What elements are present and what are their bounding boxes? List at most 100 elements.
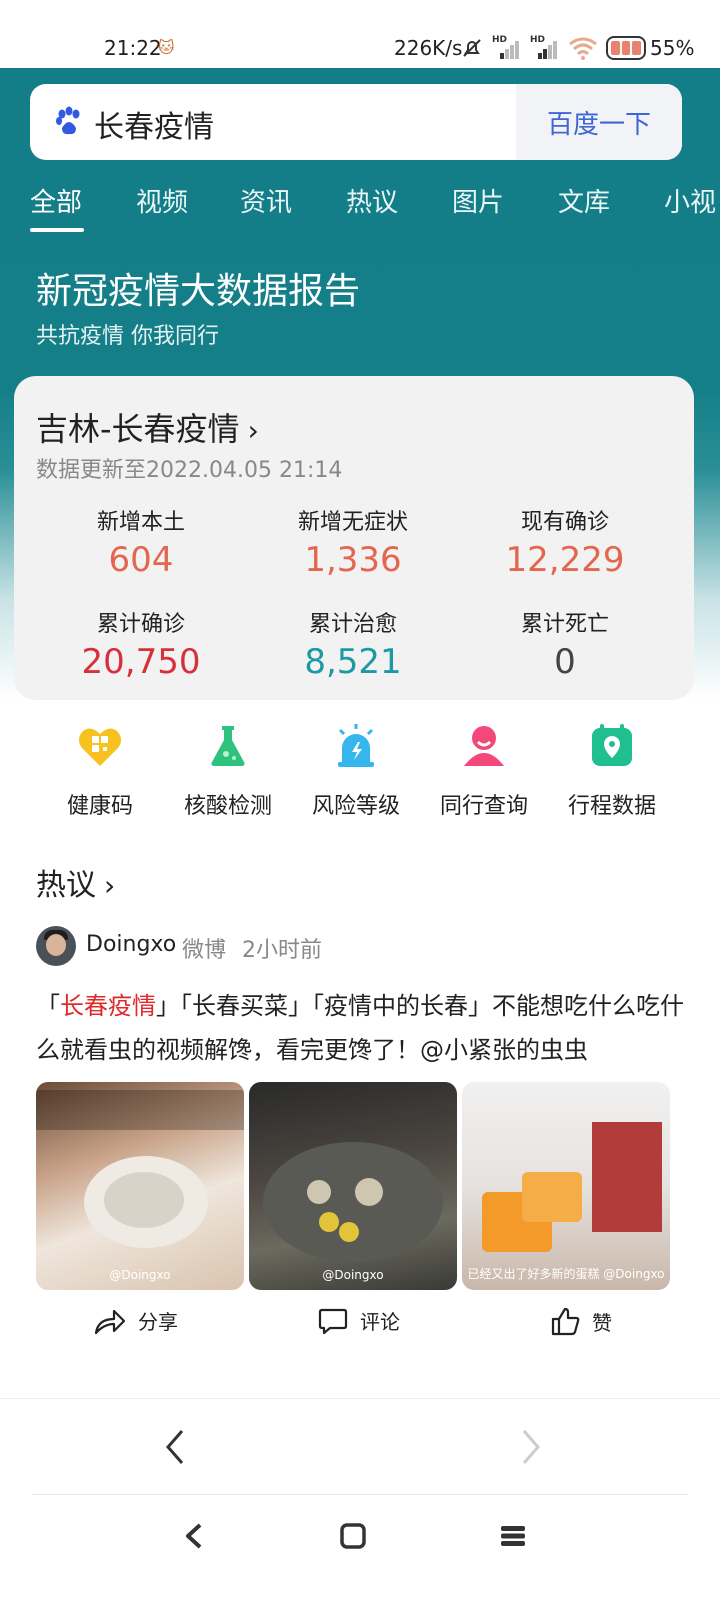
network-speed: 226K/s [394, 36, 463, 60]
post-image-2[interactable]: @Doingxo [249, 1082, 457, 1290]
back-arrow-icon[interactable] [160, 1427, 190, 1467]
location-icon [592, 724, 632, 766]
battery-percent: 55% [650, 36, 695, 60]
stat-total-recovered: 累计治愈 8,521 [240, 606, 466, 682]
stat-value: 604 [108, 540, 174, 580]
cake-image [482, 1122, 662, 1252]
active-tab-indicator [30, 228, 84, 232]
epidemic-data-card: 吉林-长春疫情 › 数据更新至2022.04.05 21:14 新增本土 604 … [14, 376, 694, 700]
stat-label: 现有确诊 [520, 510, 609, 535]
stat-new-local: 新增本土 604 [28, 504, 254, 580]
mute-bell-icon [463, 39, 481, 57]
stat-current-confirmed: 现有确诊 12,229 [452, 504, 678, 580]
health-code-icon [79, 728, 121, 766]
tab-library[interactable]: 文库 [558, 182, 610, 219]
post-text-open: 「 [36, 992, 60, 1020]
status-icons: HD HD [460, 35, 598, 60]
tab-video[interactable]: 视频 [136, 182, 188, 219]
battery-icon [606, 36, 646, 60]
post-image-1[interactable]: @Doingxo [36, 1082, 244, 1290]
status-time: 21:22 [104, 36, 162, 60]
region-title: 吉林-长春疫情 [36, 410, 240, 448]
stat-value: 8,521 [304, 642, 402, 682]
forward-arrow-icon[interactable] [516, 1427, 546, 1467]
post-username[interactable]: Doingxo [86, 932, 176, 957]
comment-icon [318, 1308, 348, 1334]
report-title: 新冠疫情大数据报告 [36, 271, 361, 312]
post-highlight: 长春疫情 [60, 992, 156, 1020]
stat-new-asymptomatic: 新增无症状 1,336 [240, 504, 466, 580]
avatar[interactable] [36, 926, 76, 966]
wifi-icon [569, 37, 597, 60]
pet-icon: 🐱 [158, 38, 175, 57]
shortcut-companion-query[interactable]: 同行查询 [420, 722, 548, 820]
tab-images[interactable]: 图片 [452, 182, 504, 219]
share-label: 分享 [138, 1310, 178, 1334]
stat-label: 累计确诊 [96, 612, 185, 637]
shortcut-label: 同行查询 [439, 794, 528, 819]
baidu-paw-icon [56, 106, 80, 135]
post-actions: 分享 评论 赞 [36, 1306, 684, 1350]
search-input[interactable]: 长春疫情 [94, 102, 214, 146]
chevron-right-icon: › [104, 869, 116, 902]
share-icon [94, 1309, 126, 1334]
comment-label: 评论 [360, 1310, 400, 1334]
shortcut-risk-level[interactable]: 风险等级 [292, 722, 420, 820]
post-source: 微博 [182, 938, 227, 963]
search-tabs: 全部 视频 资讯 热议 图片 文库 小视 [0, 178, 720, 238]
tab-short-video[interactable]: 小视 [664, 182, 716, 219]
shortcut-label: 健康码 [66, 794, 133, 819]
browser-nav-bar [0, 1398, 720, 1494]
post-image-3[interactable]: 已经又出了好多新的蛋糕 @Doingxo [462, 1082, 670, 1290]
shortcut-itinerary[interactable]: 行程数据 [548, 722, 676, 820]
like-label: 赞 [592, 1310, 612, 1335]
region-title-link[interactable]: 吉林-长春疫情 › [36, 404, 259, 450]
flask-icon [211, 726, 245, 766]
tab-news[interactable]: 资讯 [240, 182, 292, 219]
oyster-image [36, 1090, 244, 1248]
image-caption: @Doingxo [322, 1268, 384, 1282]
system-menu-icon[interactable] [498, 1521, 528, 1551]
tab-all[interactable]: 全部 [30, 182, 82, 219]
stat-total-confirmed: 累计确诊 20,750 [28, 606, 254, 682]
section-title: 热议 [36, 868, 96, 903]
report-subtitle: 共抗疫情 你我同行 [36, 324, 219, 349]
post-text[interactable]: 「长春疫情」「长春买菜」「疫情中的长春」不能想吃什么吃什么就看虫的视频解馋，看完… [36, 984, 684, 1072]
signal-2-icon: HD [530, 35, 560, 59]
person-icon [464, 726, 504, 766]
thumbs-up-icon [551, 1307, 580, 1336]
shortcut-nucleic-test[interactable]: 核酸检测 [164, 722, 292, 820]
alarm-light-icon [338, 724, 374, 767]
update-time: 数据更新至2022.04.05 21:14 [36, 458, 343, 483]
stat-value: 0 [554, 642, 576, 682]
chevron-right-icon: › [247, 414, 259, 447]
stat-value: 20,750 [81, 642, 201, 682]
grill-image [263, 1142, 443, 1262]
stat-label: 累计治愈 [308, 612, 397, 637]
image-caption: @Doingxo [109, 1268, 171, 1282]
shortcut-label: 核酸检测 [183, 794, 272, 819]
shortcut-label: 风险等级 [311, 794, 400, 819]
tab-discussion[interactable]: 热议 [346, 182, 398, 219]
stat-label: 新增本土 [96, 510, 185, 535]
system-home-icon[interactable] [338, 1521, 368, 1551]
stat-total-deaths: 累计死亡 0 [452, 606, 678, 682]
shortcut-label: 行程数据 [567, 794, 656, 819]
search-box: 长春疫情 百度一下 [30, 84, 682, 160]
share-button[interactable]: 分享 [94, 1306, 178, 1335]
status-bar: 21:22 🐱 226K/s HD HD 55% [0, 0, 720, 68]
search-button[interactable]: 百度一下 [516, 84, 682, 160]
image-caption: 已经又出了好多新的蛋糕 @Doingxo [467, 1267, 665, 1281]
stat-value: 12,229 [505, 540, 625, 580]
stat-value: 1,336 [304, 540, 402, 580]
comment-button[interactable]: 评论 [318, 1306, 400, 1335]
system-back-icon[interactable] [180, 1521, 210, 1551]
stat-label: 新增无症状 [297, 510, 408, 535]
stat-label: 累计死亡 [520, 612, 609, 637]
signal-1-icon: HD [492, 35, 522, 59]
shortcut-health-code[interactable]: 健康码 [36, 722, 164, 820]
system-nav-bar [0, 1495, 720, 1600]
hot-discussion-link[interactable]: 热议 › [36, 860, 115, 904]
service-shortcuts: 健康码 核酸检测 风险等级 同行查询 行程数据 [36, 722, 676, 822]
like-button[interactable]: 赞 [550, 1306, 612, 1336]
